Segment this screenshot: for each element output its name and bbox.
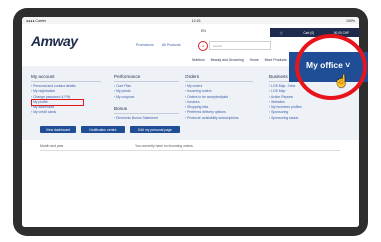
menu-item-credit-cards[interactable]: My credit cards [31,110,101,115]
nav-item-home[interactable]: Home [250,58,259,62]
language-switcher[interactable]: EN [201,29,206,33]
main-nav: Nutrition Beauty and Grooming Home More … [192,58,287,62]
status-bar: ●●●● Carrier 12:15 100% [22,17,359,24]
menu-item-bonus-statement[interactable]: Electronic Bonus Statement [114,116,179,121]
column-orders: Orders My orders Incoming orders Orders … [185,74,253,121]
column-title: My account [31,74,101,82]
hand-cursor-icon: ☝ [334,74,349,88]
edit-personal-page-button[interactable]: Edit my personal page [130,126,180,133]
no-orders-message: You currently have no incoming orders. [135,144,194,148]
column-title: Orders [185,74,253,82]
language-label[interactable]: EN [201,29,206,33]
status-time: 12:15 [191,18,201,23]
cart-count[interactable]: Cart (0) [303,31,314,35]
divider [40,150,340,151]
nav-item-more[interactable]: More Products [265,58,287,62]
all-products-link[interactable]: All Products [162,43,181,47]
cart-bar[interactable]: 🛒 Cart (0) 00.00 CHF [270,28,359,37]
search-input[interactable]: search [209,41,271,50]
month-year-label: Month and year [40,144,64,148]
highlight-box [31,99,84,106]
menu-item-availability-subscriptions[interactable]: Products' availability subscriptions [185,116,253,121]
status-battery: 100% [346,18,355,23]
status-carrier: ●●●● Carrier [26,18,47,23]
column-title: Performance [114,74,179,82]
amway-logo[interactable]: Amway [31,33,78,49]
view-dashboard-button[interactable]: View dashboard [40,126,76,133]
promotions-link[interactable]: Promotions [136,43,154,47]
column-title-bonus: Bonus [114,106,179,114]
dashboard-lower-section: Month and year You currently have no inc… [22,140,359,227]
nav-item-nutrition[interactable]: Nutrition [192,58,205,62]
notification-centre-button[interactable]: Notification centre [81,126,125,133]
column-my-account: My account Personal and contact details … [31,74,101,116]
menu-item-sponsoring-status[interactable]: Sponsoring status [269,116,331,121]
amway-badge-icon[interactable]: ● [198,41,208,51]
cart-icon: 🛒 [279,30,284,35]
nav-item-beauty[interactable]: Beauty and Grooming [211,58,244,62]
menu-item-coupons[interactable]: My coupons [114,95,179,100]
column-performance: Performance Core Plan My points My coupo… [114,74,179,121]
callout-circle [295,34,367,100]
